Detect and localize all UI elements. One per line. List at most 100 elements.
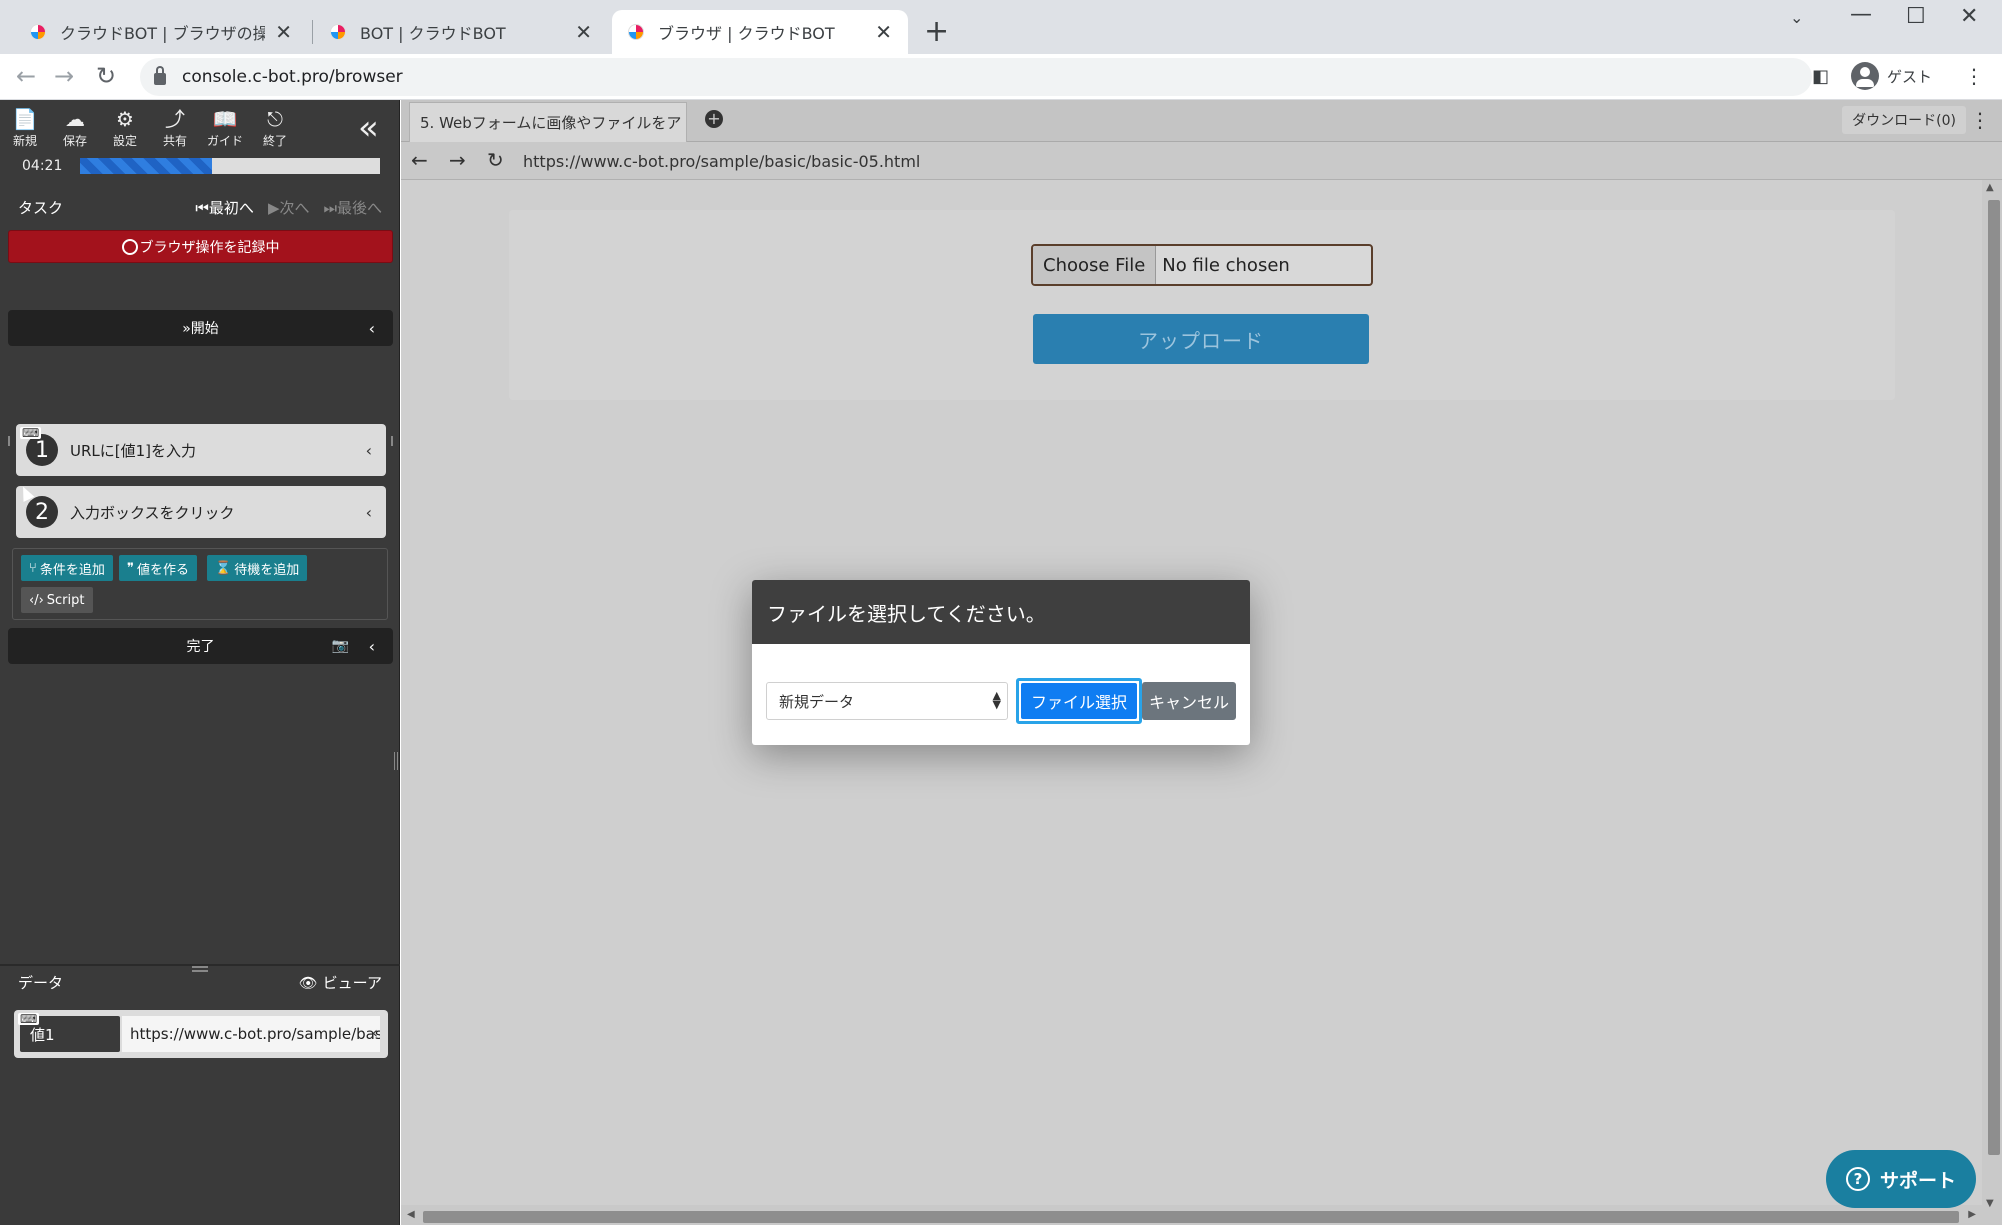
- reload-icon[interactable]: ↻: [487, 148, 504, 172]
- kebab-menu-icon[interactable]: ⋮: [1970, 108, 1990, 132]
- data-value-field[interactable]: https://www.c-bot.pro/sample/basic/basic…: [122, 1016, 380, 1052]
- data-source-select[interactable]: 新規データ ▲ ▼: [766, 682, 1008, 720]
- next-step-button[interactable]: ▶次へ: [268, 197, 310, 218]
- cloud-upload-icon: ☁: [65, 107, 85, 131]
- add-tab-icon[interactable]: +: [705, 110, 723, 128]
- last-step-button[interactable]: ⏭最後へ: [323, 197, 382, 218]
- keyboard-icon: ⌨: [18, 1012, 40, 1026]
- eye-icon: 👁: [298, 973, 318, 992]
- close-tab-icon[interactable]: ✕: [275, 20, 292, 44]
- browser-tab-3-active[interactable]: ブラウザ | クラウドBOT ✕: [612, 10, 908, 54]
- progress-fill: [80, 158, 212, 174]
- quote-icon: ❞: [127, 560, 134, 576]
- download-button[interactable]: ダウンロード(0): [1842, 106, 1966, 134]
- embedded-tab[interactable]: 5. Webフォームに画像やファイルをア: [409, 102, 687, 142]
- browser-toolbar: ← → ↻ console.c-bot.pro/browser ◧ ゲスト ⋮: [0, 54, 2002, 100]
- scroll-left-icon[interactable]: ◀: [407, 1209, 415, 1220]
- save-label: 保存: [62, 134, 87, 148]
- end-block[interactable]: 完了 📷 ‹: [8, 628, 393, 664]
- book-icon: 📖: [212, 107, 238, 131]
- kebab-menu-icon[interactable]: ⋮: [1964, 64, 1984, 88]
- data-row-1[interactable]: ⌨ 値1 https://www.c-bot.pro/sample/basic/…: [14, 1010, 388, 1058]
- recording-button[interactable]: ブラウザ操作を記録中: [8, 230, 393, 263]
- file-select-label: ファイル選択: [1021, 683, 1137, 719]
- file-select-dialog: ファイルを選択してください。 新規データ ▲ ▼ ファイル選択 キャンセル: [752, 580, 1250, 745]
- branch-icon: ⑂: [29, 560, 37, 576]
- minimize-icon[interactable]: —: [1850, 2, 1872, 27]
- step-item-2[interactable]: 2 入力ボックスをクリック ‹: [16, 486, 386, 538]
- profile-label: ゲスト: [1886, 67, 1932, 86]
- select-value: 新規データ: [779, 692, 855, 711]
- new-button[interactable]: 📄 新規: [0, 106, 50, 149]
- forward-arrow-icon[interactable]: →: [54, 62, 74, 90]
- scroll-up-icon[interactable]: ▲: [1986, 182, 1994, 193]
- timer-readout: 04:21: [22, 158, 63, 174]
- guide-button[interactable]: 📖 ガイド: [200, 106, 250, 149]
- code-icon: ‹/›: [29, 592, 44, 608]
- reload-icon[interactable]: ↻: [96, 62, 116, 90]
- address-url: console.c-bot.pro/browser: [182, 67, 403, 87]
- cbot-favicon-icon: [628, 24, 644, 40]
- chevron-left-icon[interactable]: ‹: [372, 1023, 378, 1042]
- side-panel-icon[interactable]: ◧: [1812, 66, 1829, 87]
- support-button[interactable]: ? サポート: [1826, 1150, 1976, 1208]
- vertical-scrollbar[interactable]: ▲ ▼: [1982, 180, 2002, 1225]
- add-condition-button[interactable]: ⑂ 条件を追加: [21, 555, 113, 581]
- address-bar[interactable]: console.c-bot.pro/browser: [140, 58, 1812, 96]
- cancel-button[interactable]: キャンセル: [1142, 682, 1236, 720]
- camera-icon[interactable]: 📷: [332, 638, 349, 654]
- script-button[interactable]: ‹/› Script: [21, 587, 93, 613]
- profile-button[interactable]: ゲスト: [1846, 60, 1946, 92]
- settings-button[interactable]: ⚙ 設定: [100, 106, 150, 149]
- cbot-favicon-icon: [330, 24, 346, 40]
- embedded-tab-bar: 5. Webフォームに画像やファイルをア + ダウンロード(0) ⋮: [401, 100, 2002, 142]
- embedded-url-input[interactable]: https://www.c-bot.pro/sample/basic/basic…: [519, 146, 1989, 176]
- support-label: サポート: [1879, 1169, 1956, 1192]
- new-tab-button[interactable]: +: [924, 14, 949, 50]
- maximize-icon[interactable]: ☐: [1906, 4, 1926, 29]
- resize-handle[interactable]: [394, 752, 398, 770]
- viewer-button[interactable]: 👁 ビューア: [299, 972, 382, 993]
- close-tab-icon[interactable]: ✕: [575, 20, 592, 44]
- tab-title: クラウドBOT | ブラウザの操作を自動化: [60, 24, 266, 43]
- exit-button[interactable]: ⎋ 終了: [250, 106, 300, 149]
- upload-button[interactable]: アップロード: [1033, 314, 1369, 364]
- chevron-left-icon[interactable]: ‹: [366, 503, 372, 522]
- action-buttons-area: ⑂ 条件を追加 ❞ 値を作る ⌛ 待機を追加 ‹/› Script: [12, 548, 388, 620]
- back-arrow-icon[interactable]: ←: [16, 62, 36, 90]
- scroll-thumb[interactable]: [1988, 200, 2000, 1155]
- scroll-right-icon[interactable]: ▶: [1968, 1209, 1976, 1220]
- chevron-left-icon[interactable]: ‹: [369, 637, 375, 656]
- start-label: »開始: [182, 321, 219, 337]
- browser-tab-2[interactable]: BOT | クラウドBOT ✕: [314, 10, 608, 54]
- first-step-button[interactable]: ⏮最初へ: [195, 197, 254, 218]
- task-label: タスク: [18, 198, 64, 217]
- back-arrow-icon[interactable]: ←: [411, 148, 428, 172]
- progress-bar: [80, 158, 380, 174]
- file-select-button[interactable]: ファイル選択: [1016, 678, 1142, 724]
- make-value-button[interactable]: ❞ 値を作る: [119, 555, 198, 581]
- close-tab-icon[interactable]: ✕: [875, 20, 892, 44]
- add-wait-label: 待機を追加: [234, 562, 300, 578]
- collapse-sidebar-icon[interactable]: «: [358, 108, 379, 148]
- forward-arrow-icon[interactable]: →: [449, 148, 466, 172]
- toolbar-right: ◧ ゲスト ⋮: [1812, 60, 1984, 92]
- scroll-down-icon[interactable]: ▼: [1986, 1198, 1994, 1209]
- add-wait-button[interactable]: ⌛ 待機を追加: [207, 555, 308, 581]
- save-button[interactable]: ☁ 保存: [50, 106, 100, 149]
- horizontal-scrollbar[interactable]: ◀ ▶: [401, 1205, 1982, 1225]
- share-icon: ⤴: [165, 107, 185, 131]
- browser-tab-1[interactable]: クラウドBOT | ブラウザの操作を自動化 ✕: [14, 10, 308, 54]
- scroll-thumb[interactable]: [423, 1211, 1959, 1223]
- steps-divider: [8, 436, 393, 446]
- chevron-left-icon[interactable]: ‹: [369, 319, 375, 338]
- choose-file-button[interactable]: Choose File: [1033, 246, 1157, 284]
- step-item-1[interactable]: ⌨ 1 URLに[値1]を入力 ‹: [16, 424, 386, 476]
- window-close-icon[interactable]: ✕: [1960, 4, 1978, 29]
- gear-icon: ⚙: [116, 107, 134, 131]
- start-block[interactable]: »開始 ‹: [8, 310, 393, 346]
- file-input[interactable]: Choose File No file chosen: [1031, 244, 1373, 286]
- share-button[interactable]: ⤴ 共有: [150, 106, 200, 149]
- tab-search-icon[interactable]: ⌄: [1790, 8, 1803, 27]
- step-number: 2: [26, 496, 58, 528]
